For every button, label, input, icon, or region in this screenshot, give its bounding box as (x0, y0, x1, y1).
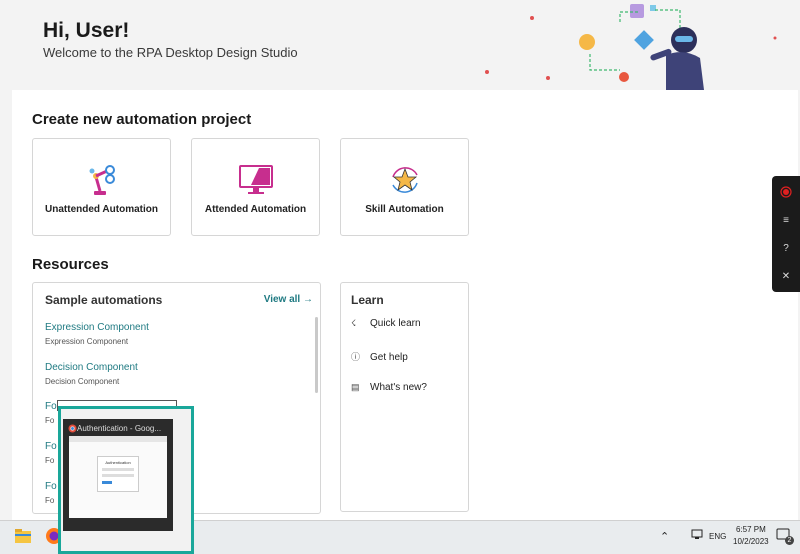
greeting: Hi, User! (43, 19, 130, 42)
card-label: Attended Automation (204, 204, 307, 215)
file-explorer-icon[interactable] (14, 527, 32, 545)
star-cycle-icon (391, 167, 418, 193)
menu-button[interactable]: ≡ (772, 207, 800, 235)
sample-item-sub: Fo (45, 456, 55, 465)
sample-automations-title: Sample automations (45, 293, 163, 307)
network-icon[interactable] (690, 529, 704, 541)
bolt-icon: ☇ (351, 318, 357, 328)
help-circle-icon: ⓘ (351, 352, 361, 362)
floating-toolbar: ≡ ? ✕ (772, 176, 800, 292)
welcome-text: Welcome to the RPA Desktop Design Studio (43, 45, 298, 60)
sample-item-sub: Fo (45, 416, 55, 425)
notification-badge: 2 (785, 536, 794, 545)
clock-date[interactable]: 10/2/2023 (733, 537, 769, 546)
record-icon (780, 186, 792, 198)
learn-box: Learn ☇ Quick learn ⓘ Get help ▤ What's new… (340, 282, 469, 512)
learn-item-label: Quick learn (370, 318, 421, 329)
close-icon: ✕ (781, 271, 791, 282)
monitor-icon (238, 165, 273, 194)
learn-title: Learn (351, 293, 384, 307)
header-illustration (485, 4, 777, 90)
resources-title: Resources (32, 256, 109, 273)
chevron-up-icon[interactable]: ⌃ (660, 530, 669, 543)
news-icon: ▤ (351, 382, 360, 392)
sample-item-link[interactable]: Fo (45, 401, 57, 412)
clock-time[interactable]: 6:57 PM (736, 525, 766, 534)
skill-automation-card[interactable]: Skill Automation (340, 138, 469, 236)
chrome-window-preview[interactable]: Authentication - Goog... Authentication (58, 406, 194, 554)
quick-learn-item[interactable]: ☇ Quick learn (351, 318, 421, 329)
hamburger-icon: ≡ (783, 215, 789, 226)
sample-item-link[interactable]: Fo (45, 441, 57, 452)
header: Hi, User! Welcome to the RPA Desktop Des… (0, 0, 800, 90)
card-label: Unattended Automation (45, 204, 158, 215)
close-button[interactable]: ✕ (772, 263, 800, 291)
preview-thumbnail: Authentication (69, 436, 167, 518)
scrollbar[interactable] (315, 317, 318, 393)
whats-new-item[interactable]: ▤ What's new? (351, 382, 427, 393)
chrome-icon (68, 424, 77, 433)
sample-item-link[interactable]: Expression Component (45, 322, 149, 333)
preview-panel: Authentication - Goog... Authentication (63, 419, 173, 531)
sample-item-link[interactable]: Decision Component (45, 362, 138, 373)
help-icon: ? (783, 243, 789, 254)
view-all-link[interactable]: View all → (264, 294, 313, 305)
learn-item-label: Get help (370, 352, 408, 363)
get-help-item[interactable]: ⓘ Get help (351, 350, 408, 363)
sample-item-sub: Expression Component (45, 337, 129, 346)
learn-item-label: What's new? (370, 382, 427, 393)
attended-automation-card[interactable]: Attended Automation (191, 138, 320, 236)
card-label: Skill Automation (365, 204, 444, 215)
sample-item-sub: Decision Component (45, 377, 120, 386)
preview-title: Authentication - Goog... (77, 424, 162, 433)
sample-item-sub: Fo (45, 496, 55, 505)
record-button[interactable] (772, 178, 800, 206)
sample-item-link[interactable]: Fo (45, 481, 57, 492)
language-indicator[interactable]: ENG (709, 532, 726, 541)
notification-button[interactable]: 2 (776, 528, 794, 545)
robot-arm-icon (89, 165, 115, 195)
create-section-title: Create new automation project (32, 111, 252, 128)
unattended-automation-card[interactable]: Unattended Automation (32, 138, 171, 236)
preview-page-heading: Authentication (105, 460, 131, 465)
help-button[interactable]: ? (772, 235, 800, 263)
